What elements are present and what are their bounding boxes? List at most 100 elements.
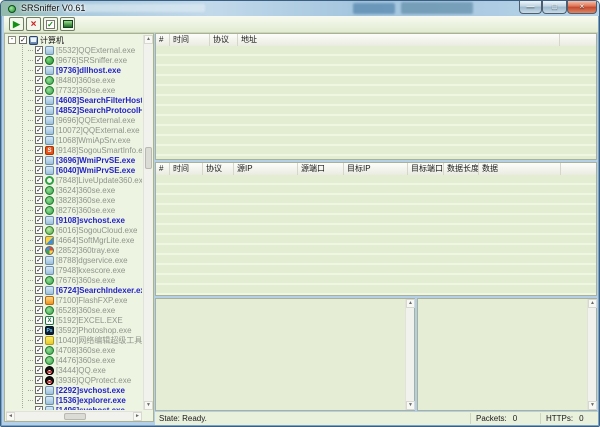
process-checkbox[interactable]: ✓	[35, 176, 43, 184]
column-header[interactable]: 数据	[479, 163, 561, 175]
scroll-right-icon[interactable]: ►	[133, 412, 142, 421]
process-checkbox[interactable]: ✓	[35, 246, 43, 254]
tree-item[interactable]: ✓[9736]dllhost.exe	[6, 65, 142, 75]
tree-item[interactable]: ✓[7676]360se.exe	[6, 275, 142, 285]
stop-capture-button[interactable]: ×	[26, 17, 41, 31]
process-checkbox[interactable]: ✓	[35, 366, 43, 374]
tree-item[interactable]: ✓[3624]360se.exe	[6, 185, 142, 195]
process-checkbox[interactable]: ✓	[35, 116, 43, 124]
scroll-up-icon[interactable]: ▲	[588, 299, 597, 308]
process-checkbox[interactable]: ✓	[35, 376, 43, 384]
tree-item[interactable]: ✓[4852]SearchProtocolHost.exe	[6, 105, 142, 115]
process-checkbox[interactable]: ✓	[19, 36, 27, 44]
process-checkbox[interactable]: ✓	[35, 356, 43, 364]
process-checkbox[interactable]: ✓	[35, 86, 43, 94]
tree-item[interactable]: ✓[8788]dgservice.exe	[6, 255, 142, 265]
tree-item[interactable]: ✓[8276]360se.exe	[6, 205, 142, 215]
tree-item[interactable]: ✓[7948]kxescore.exe	[6, 265, 142, 275]
tree-item[interactable]: ✓[3444]QQ.exe	[6, 365, 142, 375]
tree-item[interactable]: ✓[1496]svchost.exe	[6, 405, 142, 410]
tree-item[interactable]: ✓[9676]SRSniffer.exe	[6, 55, 142, 65]
tree-item[interactable]: ✓X[5192]EXCEL.EXE	[6, 315, 142, 325]
tree-item[interactable]: ✓[4664]SoftMgrLite.exe	[6, 235, 142, 245]
process-checkbox[interactable]: ✓	[35, 186, 43, 194]
process-checkbox[interactable]: ✓	[35, 46, 43, 54]
tree-item[interactable]: ✓[6016]SogouCloud.exe	[6, 225, 142, 235]
filter-options-button[interactable]: ✓	[43, 17, 58, 31]
tree-item[interactable]: ✓[7100]FlashFXP.exe	[6, 295, 142, 305]
process-checkbox[interactable]: ✓	[35, 346, 43, 354]
process-checkbox[interactable]: ✓	[35, 236, 43, 244]
tree-item[interactable]: ✓[2292]svchost.exe	[6, 385, 142, 395]
tree-item[interactable]: ✓Ps[3592]Photoshop.exe	[6, 325, 142, 335]
tree-item[interactable]: ✓[3696]WmiPrvSE.exe	[6, 155, 142, 165]
pane-right-scrollbar[interactable]: ▲ ▼	[587, 299, 596, 410]
tree-item[interactable]: ✓[6040]WmiPrvSE.exe	[6, 165, 142, 175]
titlebar[interactable]: SRSniffer V0.61	[1, 1, 599, 16]
process-checkbox[interactable]: ✓	[35, 386, 43, 394]
tree-item-root[interactable]: - ✓ 计算机	[6, 35, 142, 45]
process-checkbox[interactable]: ✓	[35, 106, 43, 114]
process-checkbox[interactable]: ✓	[35, 56, 43, 64]
pane-left-scrollbar[interactable]: ▲ ▼	[405, 299, 414, 410]
process-checkbox[interactable]: ✓	[35, 296, 43, 304]
tree-item[interactable]: ✓[8480]360se.exe	[6, 75, 142, 85]
minimize-button[interactable]: —	[519, 1, 542, 14]
collapse-icon[interactable]: -	[8, 36, 16, 44]
scroll-down-icon[interactable]: ▼	[588, 401, 597, 410]
process-checkbox[interactable]: ✓	[35, 166, 43, 174]
tree-item[interactable]: ✓[1068]WmiApSrv.exe	[6, 135, 142, 145]
tree-vertical-scrollbar[interactable]: ▲ ▼	[143, 35, 152, 410]
column-header[interactable]: 源IP	[234, 163, 298, 175]
tree-item[interactable]: ✓[6528]360se.exe	[6, 305, 142, 315]
tree-item[interactable]: ✓[4476]360se.exe	[6, 355, 142, 365]
process-checkbox[interactable]: ✓	[35, 226, 43, 234]
tree-item[interactable]: ✓[7732]360se.exe	[6, 85, 142, 95]
tree-item[interactable]: ✓[4608]SearchFilterHost.exe	[6, 95, 142, 105]
column-header[interactable]: 数据长度	[444, 163, 479, 175]
tree-horizontal-scrollbar[interactable]: ◄ ►	[6, 411, 142, 420]
tree-item[interactable]: ✓[3828]360se.exe	[6, 195, 142, 205]
process-checkbox[interactable]: ✓	[35, 216, 43, 224]
process-checkbox[interactable]: ✓	[35, 206, 43, 214]
process-checkbox[interactable]: ✓	[35, 66, 43, 74]
scroll-down-icon[interactable]: ▼	[144, 401, 153, 410]
scroll-up-icon[interactable]: ▲	[406, 299, 415, 308]
process-checkbox[interactable]: ✓	[35, 136, 43, 144]
tree-item[interactable]: ✓[4708]360se.exe	[6, 345, 142, 355]
detail-pane-left[interactable]: ▲ ▼	[155, 298, 415, 411]
process-checkbox[interactable]: ✓	[35, 336, 43, 344]
column-header[interactable]: 地址	[238, 34, 560, 46]
process-checkbox[interactable]: ✓	[35, 326, 43, 334]
tree-item[interactable]: ✓S[9148]SogouSmartInfo.exe	[6, 145, 142, 155]
column-header[interactable]: 目标IP	[344, 163, 408, 175]
tree-item[interactable]: ✓[9696]QQExternal.exe	[6, 115, 142, 125]
tree-item[interactable]: ✓[10072]QQExternal.exe	[6, 125, 142, 135]
process-checkbox[interactable]: ✓	[35, 76, 43, 84]
column-header[interactable]: 目标端口	[408, 163, 444, 175]
tree-item[interactable]: ✓[1536]explorer.exe	[6, 395, 142, 405]
process-checkbox[interactable]: ✓	[35, 256, 43, 264]
tree-vscroll-thumb[interactable]	[145, 147, 152, 169]
process-checkbox[interactable]: ✓	[35, 406, 43, 410]
tree-item[interactable]: ✓[9108]svchost.exe	[6, 215, 142, 225]
scroll-up-icon[interactable]: ▲	[144, 35, 153, 44]
tree-item[interactable]: ✓[3936]QQProtect.exe	[6, 375, 142, 385]
column-header[interactable]: #	[156, 34, 170, 46]
column-header[interactable]: 源端口	[298, 163, 344, 175]
packets-body[interactable]	[156, 175, 596, 295]
tree-item[interactable]: ✓[5532]QQExternal.exe	[6, 45, 142, 55]
http-requests-body[interactable]	[156, 46, 596, 159]
process-checkbox[interactable]: ✓	[35, 276, 43, 284]
process-checkbox[interactable]: ✓	[35, 146, 43, 154]
tree-item[interactable]: ✓[1040]网络编辑超级工具箱.exe	[6, 335, 142, 345]
adapter-button[interactable]	[60, 17, 75, 31]
column-header[interactable]: 协议	[203, 163, 234, 175]
process-checkbox[interactable]: ✓	[35, 306, 43, 314]
process-checkbox[interactable]: ✓	[35, 286, 43, 294]
process-checkbox[interactable]: ✓	[35, 126, 43, 134]
tree-item[interactable]: ✓[7848]LiveUpdate360.exe	[6, 175, 142, 185]
process-checkbox[interactable]: ✓	[35, 316, 43, 324]
close-button[interactable]: ×	[567, 1, 597, 14]
process-checkbox[interactable]: ✓	[35, 156, 43, 164]
